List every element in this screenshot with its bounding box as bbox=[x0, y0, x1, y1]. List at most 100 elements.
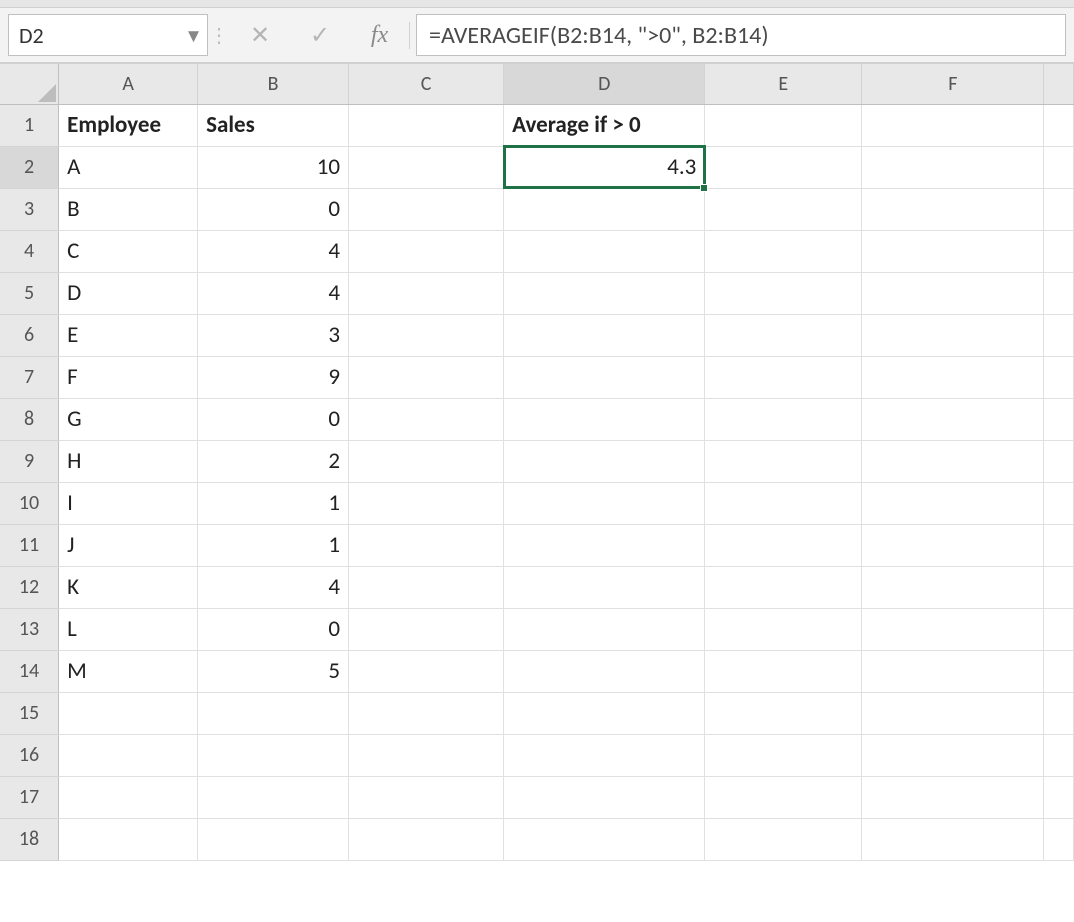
cell-B14[interactable]: 5 bbox=[198, 650, 349, 692]
cell-D17[interactable] bbox=[504, 776, 705, 818]
cell-D15[interactable] bbox=[504, 692, 705, 734]
cell-B5[interactable]: 4 bbox=[198, 272, 349, 314]
cell-extra-17[interactable] bbox=[1044, 776, 1074, 818]
cell-E16[interactable] bbox=[705, 734, 862, 776]
cell-extra-5[interactable] bbox=[1044, 272, 1074, 314]
cell-D10[interactable] bbox=[504, 482, 705, 524]
cell-B13[interactable]: 0 bbox=[198, 608, 349, 650]
col-header-A[interactable]: A bbox=[59, 64, 198, 104]
cell-C17[interactable] bbox=[349, 776, 504, 818]
cancel-icon[interactable]: ✕ bbox=[230, 21, 290, 50]
cell-C13[interactable] bbox=[349, 608, 504, 650]
cell-F7[interactable] bbox=[862, 356, 1044, 398]
cell-B2[interactable]: 10 bbox=[198, 146, 349, 188]
cell-A13[interactable]: L bbox=[59, 608, 198, 650]
cell-B6[interactable]: 3 bbox=[198, 314, 349, 356]
cell-D4[interactable] bbox=[504, 230, 705, 272]
cell-F4[interactable] bbox=[862, 230, 1044, 272]
col-header-E[interactable]: E bbox=[705, 64, 862, 104]
cell-A10[interactable]: I bbox=[59, 482, 198, 524]
row-header-12[interactable]: 12 bbox=[0, 566, 59, 608]
cell-C12[interactable] bbox=[349, 566, 504, 608]
col-header-B[interactable]: B bbox=[198, 64, 349, 104]
cell-C4[interactable] bbox=[349, 230, 504, 272]
cell-extra-14[interactable] bbox=[1044, 650, 1074, 692]
cell-E13[interactable] bbox=[705, 608, 862, 650]
cell-D5[interactable] bbox=[504, 272, 705, 314]
row-header-3[interactable]: 3 bbox=[0, 188, 59, 230]
cell-E2[interactable] bbox=[705, 146, 862, 188]
row-header-7[interactable]: 7 bbox=[0, 356, 59, 398]
cell-A9[interactable]: H bbox=[59, 440, 198, 482]
cell-D3[interactable] bbox=[504, 188, 705, 230]
cell-E7[interactable] bbox=[705, 356, 862, 398]
cell-extra-18[interactable] bbox=[1044, 818, 1074, 860]
cell-C3[interactable] bbox=[349, 188, 504, 230]
cell-E9[interactable] bbox=[705, 440, 862, 482]
cell-D16[interactable] bbox=[504, 734, 705, 776]
cell-D14[interactable] bbox=[504, 650, 705, 692]
cell-C1[interactable] bbox=[349, 104, 504, 146]
cell-extra-11[interactable] bbox=[1044, 524, 1074, 566]
cell-extra-2[interactable] bbox=[1044, 146, 1074, 188]
cell-B7[interactable]: 9 bbox=[198, 356, 349, 398]
cell-F11[interactable] bbox=[862, 524, 1044, 566]
cell-A6[interactable]: E bbox=[59, 314, 198, 356]
cell-A4[interactable]: C bbox=[59, 230, 198, 272]
cell-C14[interactable] bbox=[349, 650, 504, 692]
col-header-extra[interactable] bbox=[1044, 64, 1074, 104]
cell-E5[interactable] bbox=[705, 272, 862, 314]
cell-E18[interactable] bbox=[705, 818, 862, 860]
cell-D1[interactable]: Average if > 0 bbox=[504, 104, 705, 146]
cell-extra-8[interactable] bbox=[1044, 398, 1074, 440]
cell-F18[interactable] bbox=[862, 818, 1044, 860]
cell-extra-7[interactable] bbox=[1044, 356, 1074, 398]
cell-C7[interactable] bbox=[349, 356, 504, 398]
row-header-16[interactable]: 16 bbox=[0, 734, 59, 776]
cell-F2[interactable] bbox=[862, 146, 1044, 188]
cell-D8[interactable] bbox=[504, 398, 705, 440]
cell-E17[interactable] bbox=[705, 776, 862, 818]
cell-F5[interactable] bbox=[862, 272, 1044, 314]
cell-extra-6[interactable] bbox=[1044, 314, 1074, 356]
cell-C8[interactable] bbox=[349, 398, 504, 440]
cell-F17[interactable] bbox=[862, 776, 1044, 818]
col-header-F[interactable]: F bbox=[862, 64, 1044, 104]
row-header-4[interactable]: 4 bbox=[0, 230, 59, 272]
fill-handle[interactable] bbox=[700, 184, 708, 192]
cell-extra-12[interactable] bbox=[1044, 566, 1074, 608]
name-box[interactable]: D2 ▾ bbox=[8, 14, 208, 56]
cell-A2[interactable]: A bbox=[59, 146, 198, 188]
cell-E12[interactable] bbox=[705, 566, 862, 608]
cell-B8[interactable]: 0 bbox=[198, 398, 349, 440]
cell-F12[interactable] bbox=[862, 566, 1044, 608]
cell-F14[interactable] bbox=[862, 650, 1044, 692]
row-header-1[interactable]: 1 bbox=[0, 104, 59, 146]
cell-E15[interactable] bbox=[705, 692, 862, 734]
dropdown-icon[interactable]: ▾ bbox=[188, 22, 199, 49]
cell-extra-10[interactable] bbox=[1044, 482, 1074, 524]
cell-A5[interactable]: D bbox=[59, 272, 198, 314]
cell-A12[interactable]: K bbox=[59, 566, 198, 608]
cell-F1[interactable] bbox=[862, 104, 1044, 146]
cell-C15[interactable] bbox=[349, 692, 504, 734]
cell-F13[interactable] bbox=[862, 608, 1044, 650]
confirm-icon[interactable]: ✓ bbox=[290, 21, 350, 50]
cell-B17[interactable] bbox=[198, 776, 349, 818]
cell-D2[interactable]: 4.3 bbox=[504, 146, 705, 188]
cell-C10[interactable] bbox=[349, 482, 504, 524]
row-header-14[interactable]: 14 bbox=[0, 650, 59, 692]
cell-D7[interactable] bbox=[504, 356, 705, 398]
row-header-10[interactable]: 10 bbox=[0, 482, 59, 524]
cell-B16[interactable] bbox=[198, 734, 349, 776]
row-header-18[interactable]: 18 bbox=[0, 818, 59, 860]
cell-A14[interactable]: M bbox=[59, 650, 198, 692]
row-header-15[interactable]: 15 bbox=[0, 692, 59, 734]
cell-F3[interactable] bbox=[862, 188, 1044, 230]
cell-B1[interactable]: Sales bbox=[198, 104, 349, 146]
cell-F16[interactable] bbox=[862, 734, 1044, 776]
cell-extra-9[interactable] bbox=[1044, 440, 1074, 482]
cell-D6[interactable] bbox=[504, 314, 705, 356]
row-header-13[interactable]: 13 bbox=[0, 608, 59, 650]
cell-D12[interactable] bbox=[504, 566, 705, 608]
